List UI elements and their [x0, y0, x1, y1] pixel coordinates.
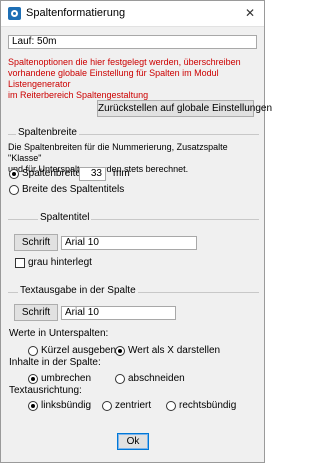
radio-linksbuendig[interactable] — [28, 401, 38, 411]
text-font-field: Arial 10 — [61, 306, 176, 320]
radio-umbrechen-label: umbrechen — [41, 373, 92, 384]
textausgabe-group-label: Textausgabe in der Spalte — [18, 285, 138, 296]
dialog-window: Spaltenformatierung ✕ Lauf: 50m Spalteno… — [0, 0, 272, 463]
warning-line: Spaltenoptionen die hier festgelegt werd… — [8, 57, 241, 67]
lauf-field: Lauf: 50m — [8, 35, 257, 49]
schrift-titel-button[interactable]: Schrift — [14, 234, 58, 251]
radio-zentriert-label: zentriert — [115, 400, 152, 411]
width-input[interactable]: 33 — [79, 167, 106, 181]
warning-text: Spaltenoptionen die hier festgelegt werd… — [8, 57, 262, 101]
radio-spaltenbreite-label: Spaltenbreite — [22, 168, 81, 179]
window-title: Spaltenformatierung — [26, 7, 126, 19]
grau-hinterlegt-checkbox[interactable] — [15, 258, 25, 268]
radio-breite-spaltentitel[interactable] — [9, 185, 19, 195]
radio-zentriert[interactable] — [102, 401, 112, 411]
radio-umbrechen[interactable] — [28, 374, 38, 384]
radio-wert-x[interactable] — [115, 346, 125, 356]
ok-button[interactable]: Ok — [117, 433, 149, 450]
radio-kuerzel[interactable] — [28, 346, 38, 356]
radio-rechtsbuendig[interactable] — [166, 401, 176, 411]
width-unit: mm — [113, 168, 130, 179]
radio-linksbuendig-label: linksbündig — [41, 400, 92, 411]
grau-hinterlegt-label: grau hinterlegt — [28, 257, 92, 268]
spaltenbreite-group-label: Spaltenbreite — [16, 127, 79, 138]
radio-abschneiden[interactable] — [115, 374, 125, 384]
radio-rechtsbuendig-label: rechtsbündig — [179, 400, 237, 411]
reset-global-button[interactable]: Zurückstellen auf globale Einstellungen — [97, 100, 272, 117]
titel-font-field: Arial 10 — [61, 236, 197, 250]
radio-abschneiden-label: abschneiden — [128, 373, 185, 384]
radio-spaltenbreite[interactable] — [9, 169, 19, 179]
inhalte-label: Inhalte in der Spalte: — [9, 357, 101, 368]
close-icon[interactable]: ✕ — [242, 5, 258, 21]
spaltentitel-group-label: Spaltentitel — [38, 212, 92, 223]
radio-breite-spaltentitel-label: Breite des Spaltentitels — [22, 184, 125, 195]
title-bar: Spaltenformatierung ✕ — [1, 1, 264, 27]
radio-kuerzel-label: Kürzel ausgeben — [41, 345, 117, 356]
warning-line: vorhandene globale Einstellung für Spalt… — [8, 68, 219, 89]
radio-wert-x-label: Wert als X darstellen — [128, 345, 221, 356]
description-line: Die Spaltenbreiten für die Nummerierung,… — [8, 142, 228, 163]
app-icon — [8, 7, 21, 20]
schrift-text-button[interactable]: Schrift — [14, 304, 58, 321]
unterspalten-label: Werte in Unterspalten: — [9, 328, 109, 339]
ausrichtung-label: Textausrichtung: — [9, 385, 82, 396]
